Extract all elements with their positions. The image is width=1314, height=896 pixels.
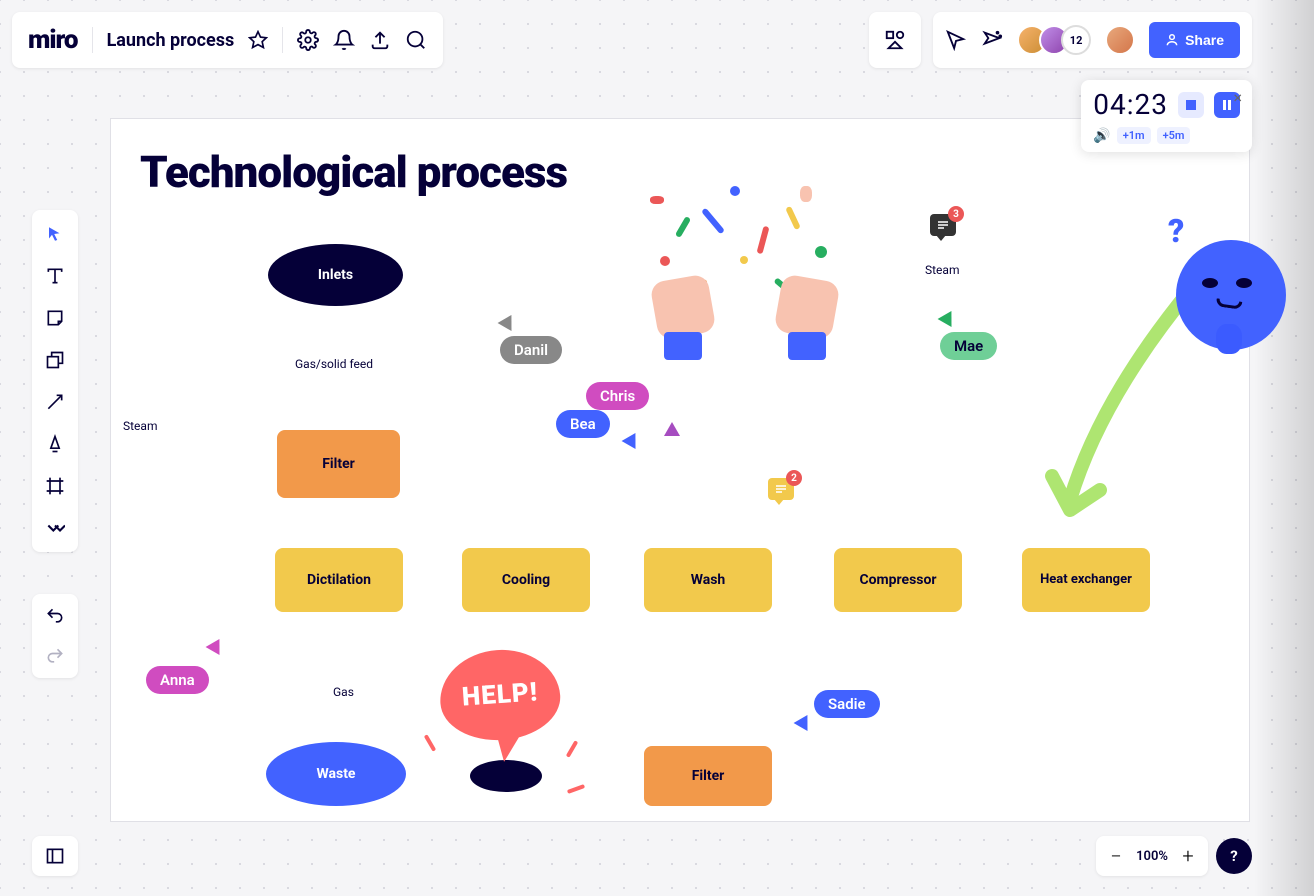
minimap-toggle[interactable] — [32, 836, 78, 876]
sticker-thinking[interactable]: ? — [1160, 220, 1300, 360]
timer-add-5m[interactable]: +5m — [1157, 127, 1191, 144]
shape-tool[interactable] — [43, 348, 67, 372]
settings-icon[interactable] — [297, 29, 319, 51]
zoom-out-button[interactable]: − — [1106, 844, 1126, 868]
person-icon — [1165, 33, 1179, 47]
logo[interactable]: miro — [28, 25, 78, 55]
bell-icon[interactable] — [333, 29, 355, 51]
zoom-toolbar: − 100% + ? — [1096, 836, 1252, 876]
cursor-extra-icon — [664, 422, 680, 436]
timer-add-1m[interactable]: +1m — [1117, 127, 1151, 144]
pen-tool[interactable] — [43, 432, 67, 456]
divider — [282, 27, 283, 53]
divider — [92, 27, 93, 53]
cursor-danil: Danil — [500, 318, 562, 364]
reactions-icon[interactable] — [981, 29, 1003, 51]
star-icon[interactable] — [248, 30, 268, 50]
avatar-stack[interactable]: 12 — [1017, 25, 1135, 55]
sticker-help[interactable]: HELP! — [440, 650, 560, 740]
frame-title[interactable]: Technological process — [140, 146, 567, 198]
timer-stop-button[interactable] — [1178, 92, 1204, 118]
help-button[interactable]: ? — [1216, 838, 1252, 874]
more-tools[interactable] — [43, 516, 67, 540]
undo-redo-toolbar — [32, 594, 78, 678]
node-heat-exchanger[interactable]: Heat exchanger — [1022, 548, 1150, 612]
node-compressor[interactable]: Compressor — [834, 548, 962, 612]
timer-panel[interactable]: × 04:23 🔊 +1m +5m — [1081, 80, 1252, 152]
timer-time: 04:23 — [1093, 88, 1168, 121]
select-tool[interactable] — [43, 222, 67, 246]
node-inlets[interactable]: Inlets — [268, 244, 403, 306]
comment-count: 3 — [948, 206, 964, 222]
undo-button[interactable] — [43, 604, 67, 628]
shapes-icon — [884, 29, 906, 51]
comment-badge[interactable]: 2 — [768, 478, 794, 500]
frame-tool[interactable] — [43, 474, 67, 498]
comment-count: 2 — [786, 470, 802, 486]
top-right-bar: 12 Share — [869, 12, 1252, 68]
node-wash[interactable]: Wash — [644, 548, 772, 612]
node-waste[interactable]: Waste — [266, 742, 406, 806]
export-icon[interactable] — [369, 29, 391, 51]
avatar-count[interactable]: 12 — [1061, 25, 1091, 55]
avatar-self[interactable] — [1105, 25, 1135, 55]
sticker-celebrate[interactable] — [640, 176, 850, 366]
cursor-mode-icon[interactable] — [945, 29, 967, 51]
text-tool[interactable] — [43, 264, 67, 288]
arrow-tool[interactable] — [43, 390, 67, 414]
search-icon[interactable] — [405, 29, 427, 51]
top-toolbar: miro Launch process — [12, 12, 443, 68]
zoom-in-button[interactable]: + — [1178, 844, 1198, 868]
node-cooling[interactable]: Cooling — [462, 548, 590, 612]
tools-toolbar — [32, 210, 78, 552]
node-dictilation[interactable]: Dictilation — [275, 548, 403, 612]
collab-toolbar: 12 Share — [933, 12, 1252, 68]
edge-label-steam-left: Steam — [120, 418, 160, 434]
sticky-tool[interactable] — [43, 306, 67, 330]
redo-button[interactable] — [43, 644, 67, 668]
board-title[interactable]: Launch process — [107, 30, 235, 51]
node-filter-2[interactable]: Filter — [644, 746, 772, 806]
panel-icon — [45, 846, 65, 866]
edge-label-gas-feed: Gas/solid feed — [292, 356, 376, 372]
question-mark-icon: ? — [1168, 212, 1184, 250]
zoom-percent[interactable]: 100% — [1130, 849, 1174, 864]
sound-icon[interactable]: 🔊 — [1093, 128, 1110, 144]
apps-button[interactable] — [869, 12, 921, 68]
node-filter-1[interactable]: Filter — [277, 430, 400, 498]
cursor-mae: Mae — [940, 314, 997, 360]
share-button[interactable]: Share — [1149, 22, 1240, 58]
edge-label-gas: Gas — [330, 684, 357, 700]
cursor-bea: Bea — [556, 406, 610, 438]
comment-badge[interactable]: 3 — [930, 214, 956, 236]
share-label: Share — [1185, 32, 1224, 48]
cursor-anna: Anna — [146, 648, 209, 694]
node-small[interactable] — [470, 760, 542, 792]
edge-label-steam-right: Steam — [922, 262, 962, 278]
cursor-sadie: Sadie — [796, 686, 880, 718]
close-icon[interactable]: × — [1233, 88, 1242, 107]
